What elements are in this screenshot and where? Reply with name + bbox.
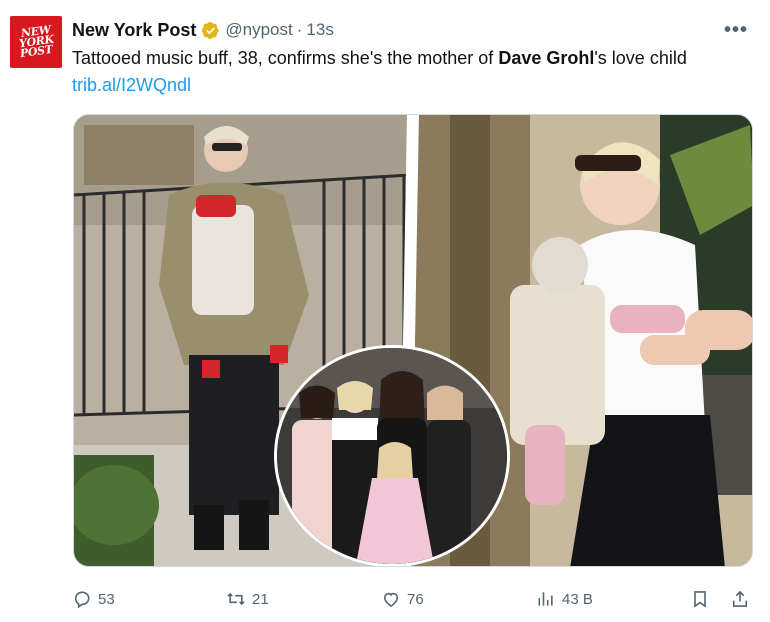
header-separator: · [296, 20, 303, 39]
tweet-text-part2: 's love child [594, 48, 687, 68]
inset-photo[interactable] [274, 345, 510, 566]
verified-icon[interactable] [201, 21, 220, 40]
repost-count: 21 [252, 590, 269, 608]
repost-icon [227, 592, 245, 606]
share-icon [732, 590, 748, 607]
views-count: 43 B [562, 590, 593, 608]
share-button[interactable] [730, 584, 750, 614]
tweet-text: Tattooed music buff, 38, confirms she's … [72, 45, 752, 99]
like-count: 76 [407, 590, 424, 608]
avatar[interactable]: NEW YORK POST [10, 16, 62, 68]
tweet-media[interactable] [73, 114, 753, 567]
timestamp[interactable]: 13s [306, 20, 333, 40]
author-handle[interactable]: @nypost [225, 20, 292, 40]
tweet-link[interactable]: trib.al/I2WQndl [72, 75, 191, 95]
action-bar: 53 21 76 43 B [72, 584, 756, 614]
like-icon [383, 592, 399, 608]
bookmark-button[interactable] [690, 584, 710, 614]
reply-count: 53 [98, 590, 115, 608]
author-name[interactable]: New York Post [72, 20, 196, 41]
views-button[interactable]: 43 B [536, 584, 593, 614]
repost-button[interactable]: 21 [226, 584, 269, 614]
reply-icon [74, 591, 90, 609]
avatar-text-line3: POST [18, 42, 54, 61]
inset-family-image [277, 348, 507, 564]
bookmark-icon [694, 591, 706, 608]
like-button[interactable]: 76 [381, 584, 424, 614]
views-icon [538, 592, 553, 606]
more-icon[interactable]: ••• [722, 18, 750, 42]
reply-button[interactable]: 53 [72, 584, 115, 614]
tweet-text-part1: Tattooed music buff, 38, confirms she's … [72, 48, 499, 68]
tweet-header: New York Post @nypost · 13s ••• [72, 18, 750, 42]
tweet-text-bold: Dave Grohl [498, 48, 595, 68]
